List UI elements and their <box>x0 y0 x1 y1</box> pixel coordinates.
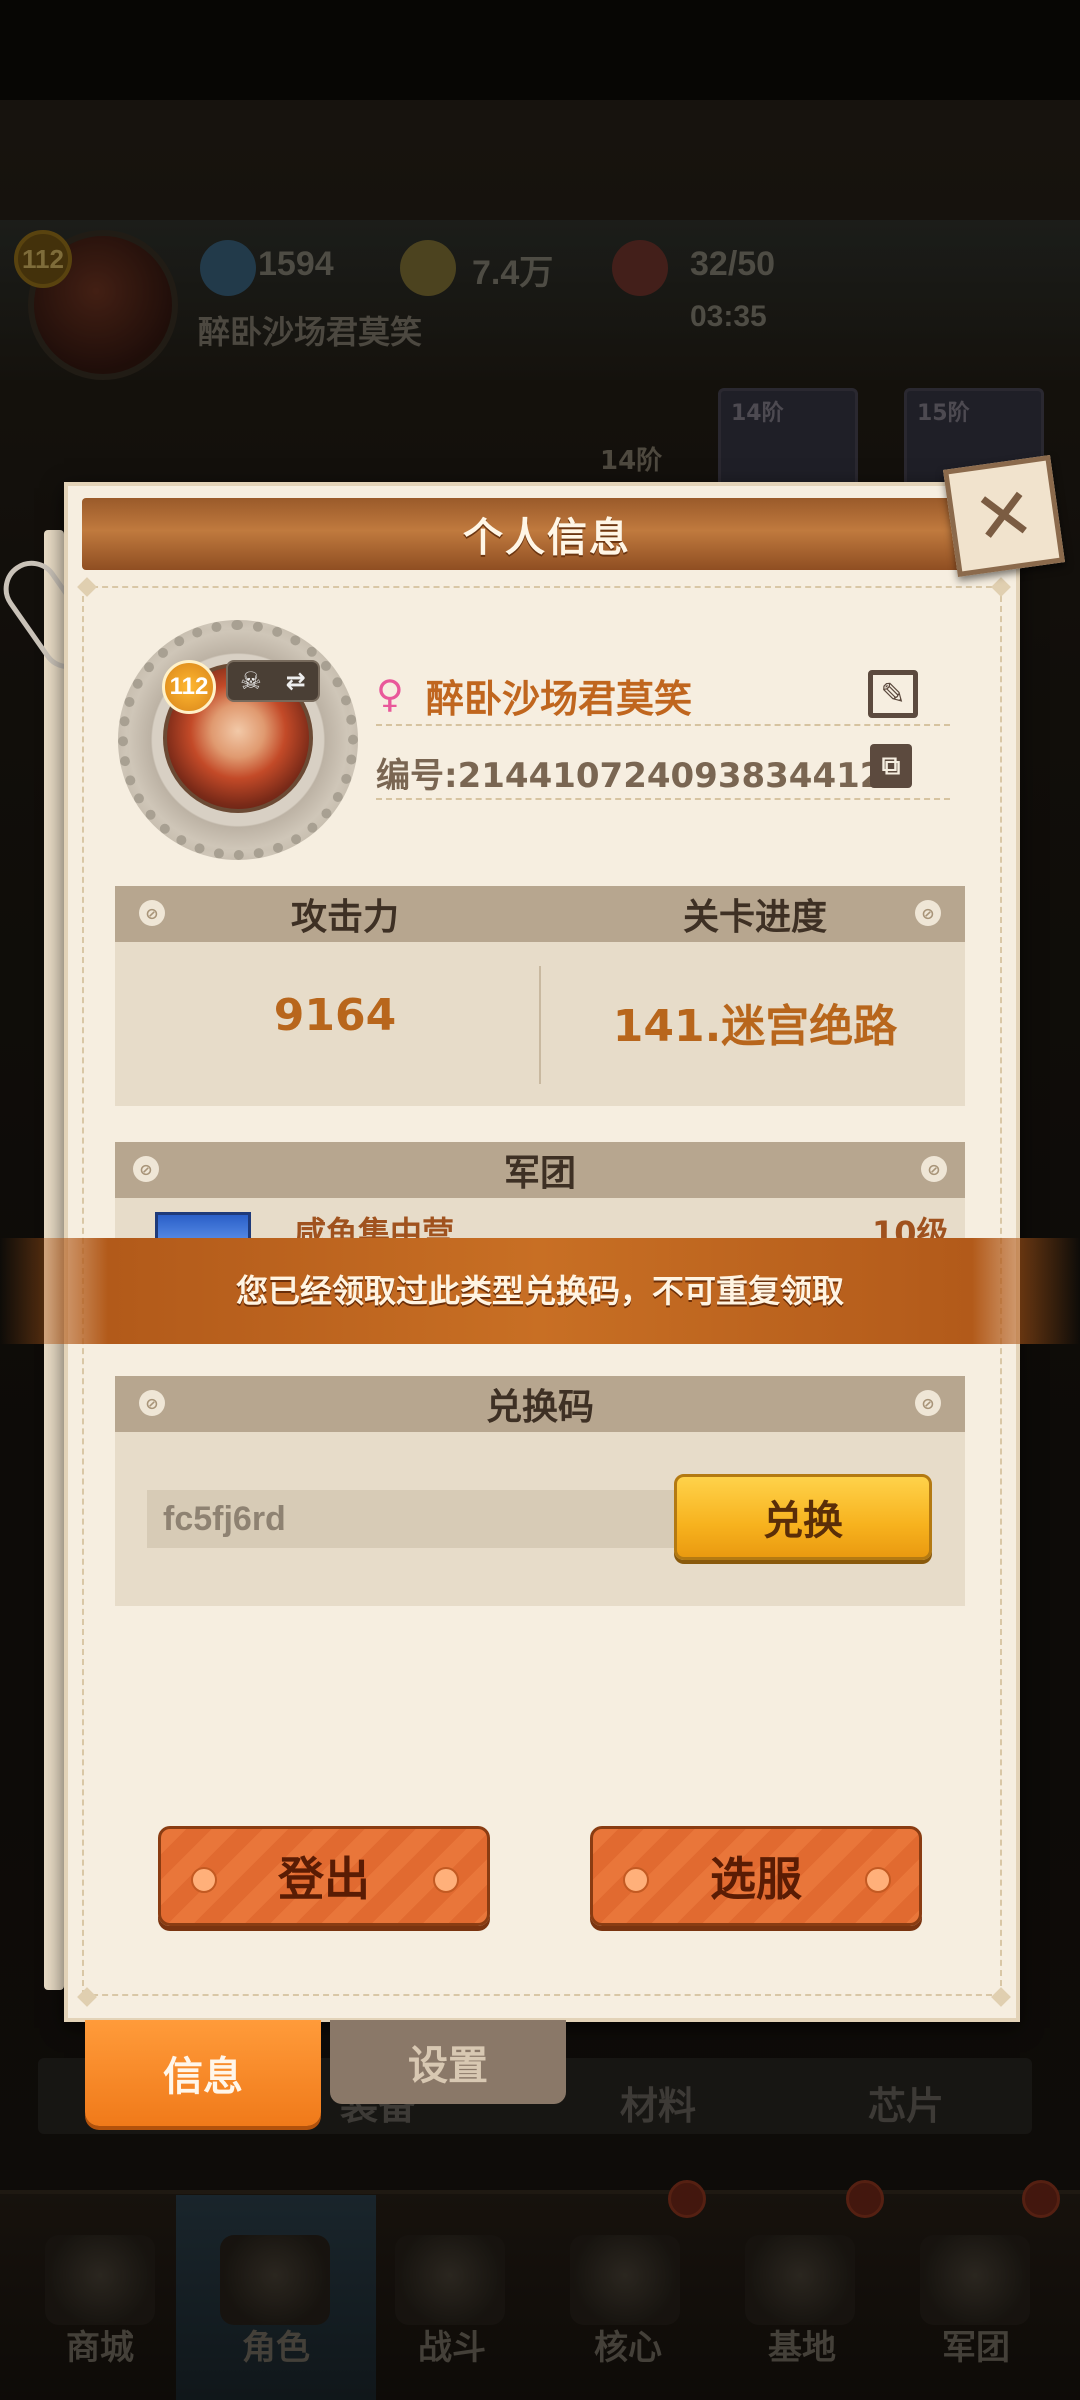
swap-icon: ⇄ <box>285 667 306 695</box>
button-ornament <box>191 1867 217 1893</box>
close-button[interactable]: ✕ <box>943 455 1065 577</box>
gender-icon: ♀ <box>376 672 404 716</box>
dialog-header: 个人信息 <box>82 498 1012 570</box>
id-row: 编号:2144107240938344128 ⧉ <box>376 740 950 800</box>
progress-label: 关卡进度 <box>682 897 827 938</box>
edit-name-icon[interactable]: ✎ <box>868 670 918 718</box>
redeem-panel-header: ⊘ 兑换码 ⊘ <box>115 1376 965 1432</box>
redeem-button[interactable]: 兑换 <box>674 1474 932 1560</box>
legion-name: 咸鱼集中营 <box>294 1214 455 1240</box>
progress-value: 141.迷宫绝路 <box>612 1001 898 1052</box>
tab-settings[interactable]: 设置 <box>330 2020 566 2104</box>
logout-button[interactable]: 登出 <box>158 1826 490 1926</box>
stats-panel: ⊘ 攻击力 关卡进度 ⊘ 9164 141.迷宫绝路 <box>115 886 965 1106</box>
avatar-level-badge: 112 <box>162 660 216 714</box>
pin-icon: ⊘ <box>915 900 941 926</box>
attack-label: 攻击力 <box>290 897 399 938</box>
select-server-label: 选服 <box>710 1852 802 1906</box>
redeem-code-input[interactable] <box>147 1490 687 1548</box>
toast-message: 您已经领取过此类型兑换码，不可重复领取 <box>235 1272 844 1310</box>
player-id: 编号:2144107240938344128 <box>376 756 908 796</box>
button-ornament <box>865 1867 891 1893</box>
stats-divider <box>539 966 541 1084</box>
player-name: 醉卧沙场君莫笑 <box>426 677 693 721</box>
toast-notification: 您已经领取过此类型兑换码，不可重复领取 <box>0 1238 1080 1344</box>
dialog-title: 个人信息 <box>463 515 631 561</box>
stats-panel-header: ⊘ 攻击力 关卡进度 ⊘ <box>115 886 965 942</box>
pin-icon: ⊘ <box>915 1390 941 1416</box>
button-ornament <box>623 1867 649 1893</box>
legion-level: 10级 <box>872 1214 949 1240</box>
logout-label: 登出 <box>278 1852 370 1906</box>
redeem-title: 兑换码 <box>485 1387 594 1428</box>
copy-id-icon[interactable]: ⧉ <box>870 744 912 788</box>
close-icon: ✕ <box>968 470 1040 562</box>
button-ornament <box>433 1867 459 1893</box>
pirate-skull-icon: ☠ <box>240 667 262 695</box>
pin-icon: ⊘ <box>921 1156 947 1182</box>
pin-icon: ⊘ <box>139 900 165 926</box>
avatar-swap-badge[interactable]: ☠ ⇄ <box>226 660 320 702</box>
legion-title: 军团 <box>503 1153 576 1194</box>
attack-value: 9164 <box>273 990 397 1041</box>
tab-info[interactable]: 信息 <box>85 2020 321 2126</box>
name-row: ♀ 醉卧沙场君莫笑 ✎ <box>376 662 950 726</box>
legion-panel-header: ⊘ 军团 ⊘ <box>115 1142 965 1198</box>
select-server-button[interactable]: 选服 <box>590 1826 922 1926</box>
